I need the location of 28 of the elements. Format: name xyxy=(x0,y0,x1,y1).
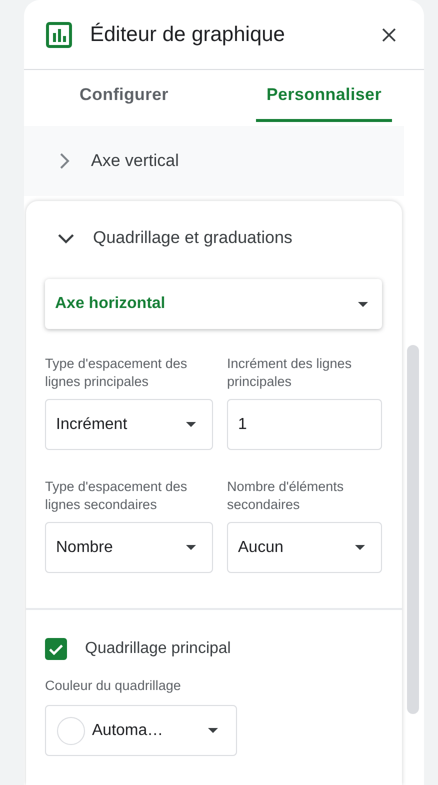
close-icon xyxy=(382,28,396,42)
checkbox-label: Quadrillage principal xyxy=(85,640,231,658)
dropdown-caret-icon xyxy=(186,545,196,550)
field-label: Type d'espacement des lignes principales xyxy=(45,355,188,391)
tab[interactable]: Personnaliser xyxy=(256,70,392,122)
chart-icon xyxy=(46,22,72,48)
field-label: Nombre d'éléments secondaires xyxy=(227,478,345,514)
color-swatch-icon xyxy=(57,716,85,744)
dropdown-caret-icon xyxy=(355,545,365,550)
input-field[interactable]: 1 xyxy=(227,399,382,450)
section-header[interactable]: Axe vertical xyxy=(24,126,404,196)
dropdown-caret-icon xyxy=(208,728,218,733)
dropdown[interactable]: Incrément xyxy=(45,399,213,450)
field-label: Type d'espacement des lignes secondaires xyxy=(45,478,188,514)
color-dropdown[interactable]: Automa… xyxy=(45,705,237,756)
dropdown-caret-icon xyxy=(358,302,368,306)
section-header[interactable]: Quadrillage et graduations xyxy=(26,201,402,275)
scrollbar-thumb[interactable] xyxy=(407,345,419,714)
checkbox[interactable] xyxy=(45,638,67,660)
checkmark-icon xyxy=(49,644,63,654)
tab[interactable]: Configurer xyxy=(70,70,178,122)
field-label: Incrément des lignes principales xyxy=(227,355,353,391)
panel-title: Éditeur de graphique xyxy=(90,22,286,46)
dropdown[interactable]: Nombre xyxy=(45,522,213,573)
field-label: Couleur du quadrillage xyxy=(45,678,182,693)
axis-dropdown[interactable]: Axe horizontal xyxy=(45,279,382,329)
dropdown[interactable]: Aucun xyxy=(227,522,382,573)
dropdown-caret-icon xyxy=(186,422,196,427)
